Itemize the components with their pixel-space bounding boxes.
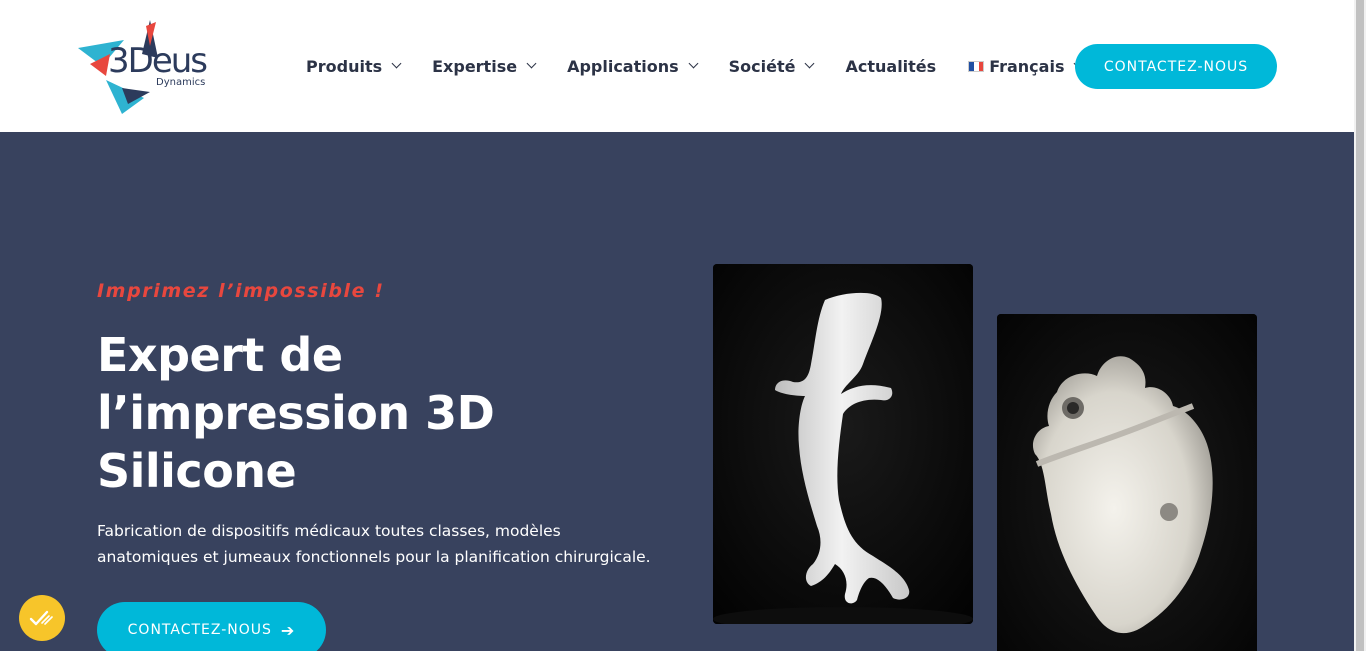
cookie-consent-button[interactable] (19, 595, 65, 641)
nav-item-label: Société (728, 56, 796, 76)
heart-model-photo (997, 314, 1257, 651)
hero-tagline: Imprimez l’impossible ! (97, 280, 385, 302)
hero-contact-button[interactable]: CONTACTEZ-NOUS ➔ (97, 602, 326, 651)
chevron-down-icon (688, 58, 699, 69)
chevron-down-icon (805, 58, 815, 69)
nav-item-societe[interactable]: Société (713, 57, 830, 76)
hero-description: Fabrication de dispositifs médicaux tout… (97, 522, 651, 566)
nav-item-label: Expertise (432, 56, 518, 76)
aorta-model-illustration (713, 264, 973, 624)
nav-item-label: Produits (306, 56, 383, 76)
nav-item-produits[interactable]: Produits (290, 57, 416, 76)
hero-headline: Expert de l’impression 3D Silicone (97, 328, 495, 498)
main-navigation: Produits Expertise Applications Société … (290, 48, 1098, 84)
scrollbar-thumb[interactable] (1356, 0, 1364, 651)
french-flag-icon (968, 60, 985, 72)
nav-item-actualites[interactable]: Actualités (829, 57, 952, 76)
site-logo[interactable]: 3Deus Dynamics (76, 18, 226, 118)
aorta-model-photo (713, 264, 973, 624)
nav-item-label: Applications (567, 56, 679, 76)
cookie-consent-icon (29, 610, 53, 626)
page-scrollbar[interactable] (1354, 0, 1366, 651)
logo-wordmark: 3Deus (108, 41, 208, 81)
nav-item-label: Actualités (845, 56, 937, 76)
chevron-down-icon (526, 58, 537, 69)
nav-item-applications[interactable]: Applications (551, 57, 713, 76)
chevron-down-icon (391, 58, 402, 69)
hero-contact-label: CONTACTEZ-NOUS (127, 622, 272, 638)
nav-item-label: Français (989, 56, 1065, 76)
nav-item-expertise[interactable]: Expertise (416, 57, 551, 76)
arrow-right-icon: ➔ (280, 620, 296, 640)
logo-subtitle: Dynamics (156, 77, 206, 88)
header-contact-button[interactable]: CONTACTEZ-NOUS (1075, 44, 1277, 89)
heart-model-illustration (997, 314, 1257, 651)
site-header: 3Deus Dynamics Produits Expertise Applic… (0, 0, 1354, 132)
hero-section: Imprimez l’impossible ! Expert de l’impr… (0, 132, 1354, 651)
